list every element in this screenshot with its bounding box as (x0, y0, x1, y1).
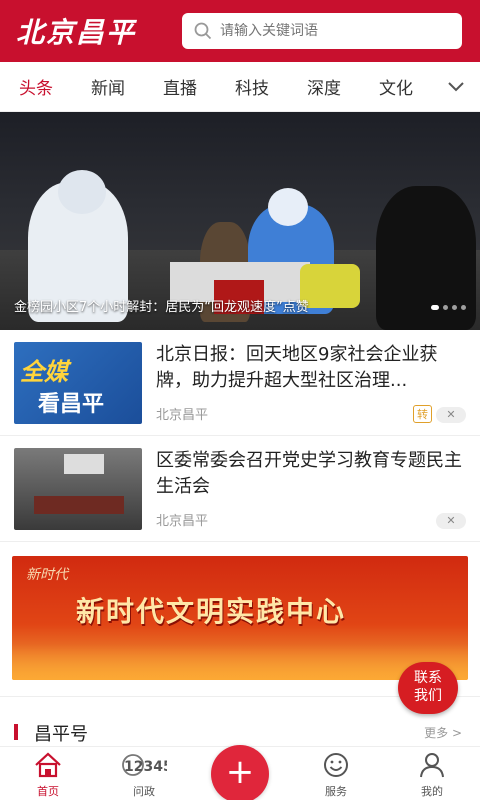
more-link[interactable]: 更多 > (424, 724, 462, 741)
news-thumbnail: 全媒 看昌平 (14, 342, 142, 424)
hero-caption[interactable]: 金榜园小区7个小时解封：居民为“回龙观速度”点赞 (14, 296, 309, 315)
carousel-dots (431, 305, 466, 310)
banner-seal: 新时代 (26, 567, 68, 583)
dismiss-button[interactable]: ✕ (436, 407, 466, 423)
contact-label-line1: 联系 (414, 670, 442, 686)
section-header: 昌平号 更多 > (0, 716, 480, 746)
plus-icon[interactable]: + (211, 745, 269, 800)
nav-label: 我的 (421, 785, 443, 798)
bottom-nav: 首页 12345 问政 + 服务 我的 (0, 745, 480, 800)
smiley-icon (324, 753, 348, 777)
category-tabs: 头条 新闻 直播 科技 深度 文化 (0, 62, 480, 112)
tab-culture[interactable]: 文化 (360, 74, 432, 99)
contact-us-button[interactable]: 联系 我们 (398, 662, 458, 714)
thumbnail-table (34, 496, 124, 514)
news-body: 北京日报：回天地区9家社会企业获牌，助力提升超大型社区治理... 北京昌平 转 … (156, 342, 466, 423)
repost-tag: 转 (413, 405, 432, 423)
hero-image-bag (300, 264, 360, 308)
news-title[interactable]: 北京日报：回天地区9家社会企业获牌，助力提升超大型社区治理... (156, 342, 466, 394)
news-item[interactable]: 全媒 看昌平 北京日报：回天地区9家社会企业获牌，助力提升超大型社区治理... … (0, 330, 480, 436)
thumbnail-text: 看昌平 (38, 392, 105, 417)
news-source: 北京昌平 (156, 514, 209, 529)
dismiss-button[interactable]: ✕ (436, 513, 466, 529)
banner-skyline (12, 644, 468, 680)
hotline-12345-icon: 12345 (122, 754, 173, 776)
carousel-dot-active[interactable] (431, 305, 439, 310)
nav-label: 问政 (133, 785, 155, 798)
carousel-dot[interactable] (461, 305, 466, 310)
nav-label: 首页 (37, 785, 59, 798)
news-item[interactable]: 区委常委会召开党史学习教育专题民主生活会 北京昌平 ✕ (0, 436, 480, 542)
user-icon (420, 753, 444, 778)
banner-title: 新时代文明实践中心 (76, 595, 347, 628)
nav-label: 服务 (325, 785, 347, 798)
promo-banner[interactable]: 新时代 新时代文明实践中心 (12, 556, 468, 680)
tab-tech[interactable]: 科技 (216, 74, 288, 99)
contact-label-line2: 我们 (414, 688, 442, 704)
section-accent-bar (14, 724, 18, 740)
tab-depth[interactable]: 深度 (288, 74, 360, 99)
thumbnail-banner (64, 454, 104, 474)
app-header: 北京昌平 (0, 0, 480, 62)
news-source: 北京昌平 (156, 408, 209, 423)
thumbnail-text: 全媒 (20, 358, 68, 386)
app-logo[interactable]: 北京昌平 (16, 11, 166, 51)
search-icon (194, 22, 212, 40)
news-thumbnail (14, 448, 142, 530)
section-title: 昌平号 (34, 724, 88, 745)
search-input[interactable] (220, 23, 440, 39)
carousel-dot[interactable] (452, 305, 457, 310)
tab-headlines[interactable]: 头条 (0, 74, 72, 99)
hero-image-figure-head (58, 170, 106, 214)
home-icon (35, 752, 61, 778)
chevron-down-icon[interactable] (448, 77, 464, 96)
svg-text:12345: 12345 (124, 759, 167, 775)
tab-live[interactable]: 直播 (144, 74, 216, 99)
search-bar[interactable] (182, 13, 462, 49)
tab-news[interactable]: 新闻 (72, 74, 144, 99)
nav-home[interactable]: 首页 (0, 747, 96, 800)
news-body: 区委常委会召开党史学习教育专题民主生活会 北京昌平 ✕ (156, 448, 466, 529)
hero-image-figure-head (268, 188, 308, 226)
nav-inquiry[interactable]: 12345 问政 (96, 747, 192, 800)
nav-profile[interactable]: 我的 (384, 747, 480, 800)
nav-publish[interactable]: + (192, 745, 288, 800)
carousel-dot[interactable] (443, 305, 448, 310)
nav-service[interactable]: 服务 (288, 747, 384, 800)
news-title[interactable]: 区委常委会召开党史学习教育专题民主生活会 (156, 448, 466, 500)
